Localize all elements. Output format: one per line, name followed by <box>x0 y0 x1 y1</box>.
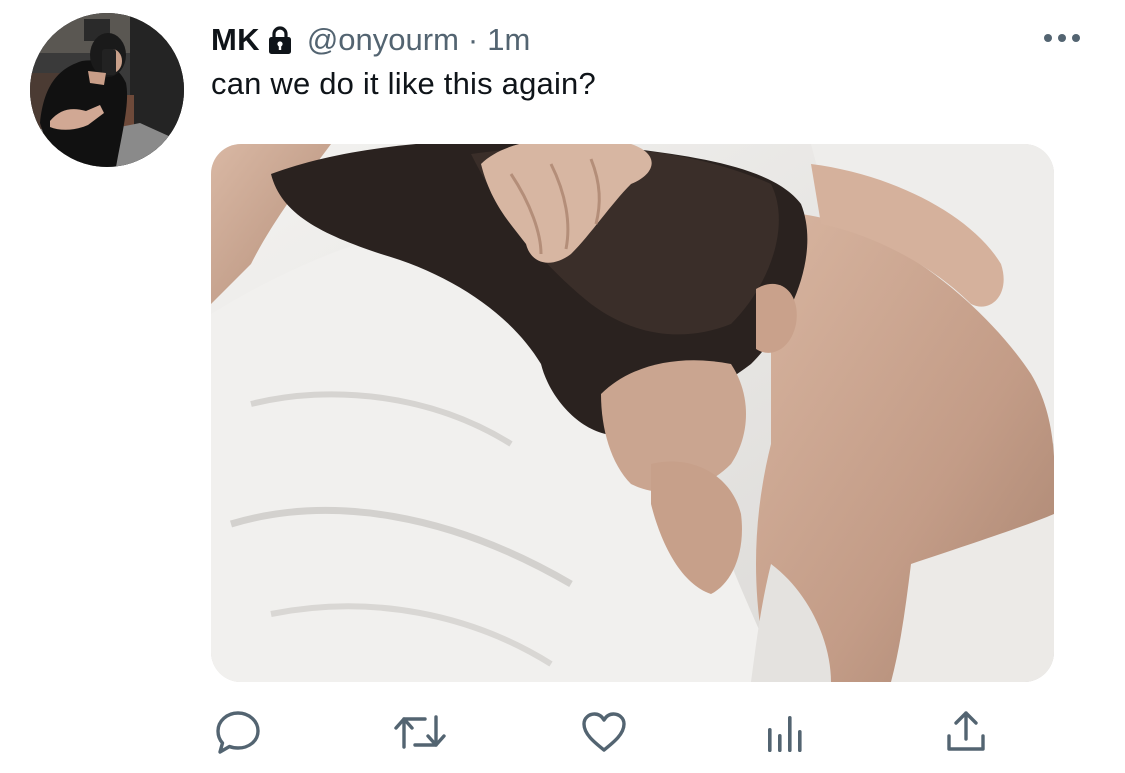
analytics-icon <box>764 710 804 759</box>
retweet-icon <box>393 709 447 760</box>
retweet-button[interactable] <box>394 708 446 760</box>
share-icon <box>944 709 988 760</box>
separator-dot: · <box>467 22 479 57</box>
reply-icon <box>215 709 261 760</box>
tweet-media-image[interactable] <box>211 144 1054 682</box>
analytics-button[interactable] <box>758 708 810 760</box>
lock-icon <box>267 25 293 55</box>
tweet-text: can we do it like this again? <box>211 66 596 101</box>
like-button[interactable] <box>578 708 630 760</box>
share-button[interactable] <box>940 708 992 760</box>
more-options-icon[interactable] <box>1042 30 1082 46</box>
tweet-action-bar <box>0 708 1125 760</box>
reply-button[interactable] <box>212 708 264 760</box>
timestamp[interactable]: 1m <box>487 22 530 58</box>
heart-icon <box>580 710 628 759</box>
user-handle[interactable]: @onyourm <box>307 22 459 58</box>
tweet-header: MK @onyourm · 1m <box>211 20 530 60</box>
avatar[interactable] <box>30 13 184 167</box>
tweet[interactable]: MK @onyourm · 1m can we do it like this … <box>0 0 1125 773</box>
display-name[interactable]: MK <box>211 22 260 58</box>
